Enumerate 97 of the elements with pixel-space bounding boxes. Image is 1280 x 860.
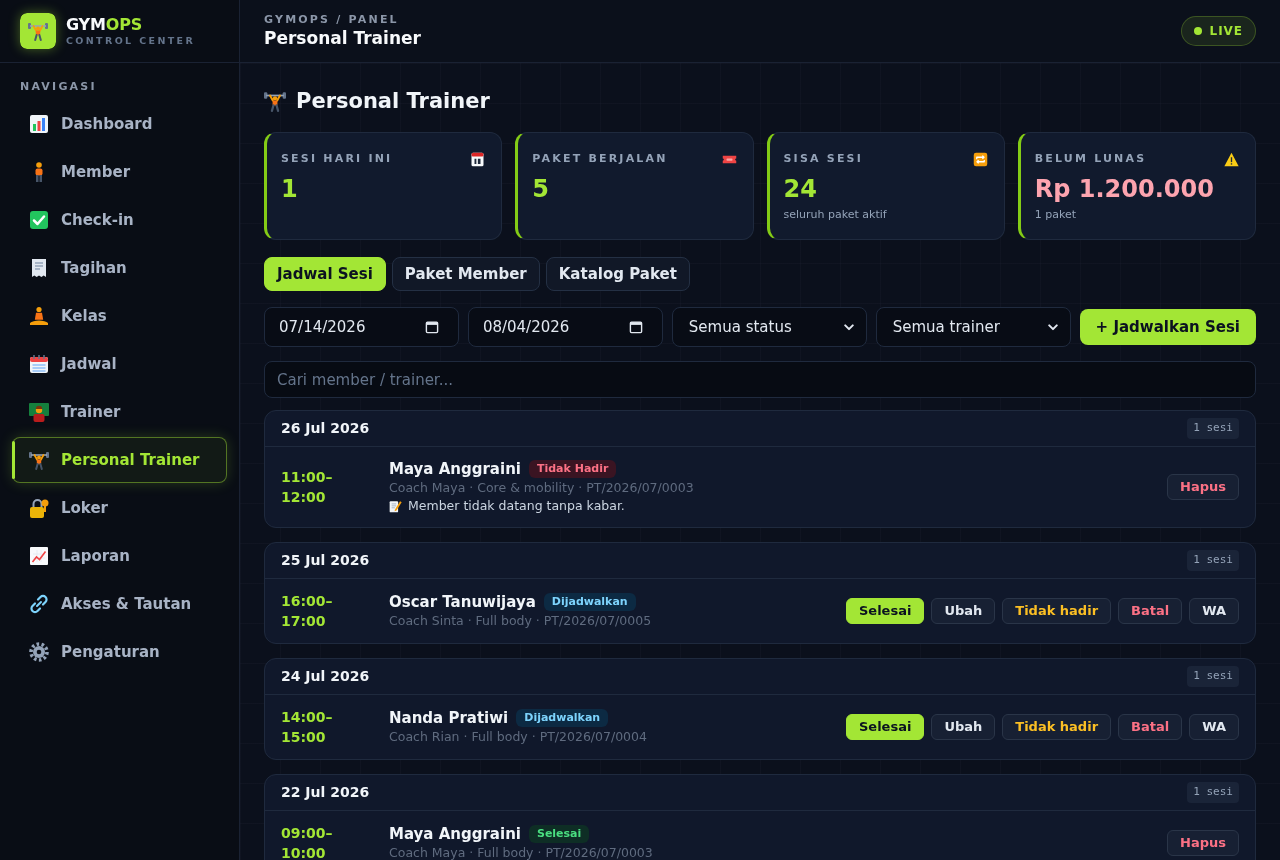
chevron-down-icon	[843, 323, 854, 331]
session-time: 11:00–12:00	[281, 468, 334, 507]
action-button[interactable]: Ubah	[931, 598, 996, 624]
stat-value: 24	[783, 174, 818, 204]
sidebar-item[interactable]: Jadwal	[12, 341, 227, 387]
stat-value: 1	[281, 174, 299, 204]
repeat-icon	[972, 151, 988, 167]
action-button[interactable]: WA	[1189, 714, 1239, 740]
action-button[interactable]: WA	[1189, 598, 1239, 624]
trainer-dropdown[interactable]: Semua trainer	[875, 307, 1071, 347]
action-button[interactable]: Ubah	[931, 714, 996, 740]
action-button[interactable]: Tidak hadir	[1002, 714, 1112, 740]
stat-label: PAKET BERJALAN	[532, 150, 668, 167]
warning-icon	[1224, 151, 1239, 167]
action-button[interactable]: Hapus	[1167, 830, 1239, 856]
status-badge: Tidak Hadir	[528, 460, 617, 478]
check-icon	[29, 210, 49, 230]
action-button[interactable]: Batal	[1118, 714, 1183, 740]
brand-tagline: CONTROL CENTER	[66, 35, 196, 47]
weightlifter-icon	[264, 90, 286, 112]
calendar-icon	[628, 320, 643, 334]
memo-icon	[389, 499, 402, 513]
nav-section-label: NAVIGASI	[19, 79, 98, 94]
session-note: Member tidak datang tanpa kabar.	[408, 497, 625, 515]
stat-label: SISA SESI	[783, 150, 864, 167]
chevron-down-icon	[1047, 323, 1058, 331]
session-details: Coach Rian · Full body · PT/2026/07/0004	[389, 728, 648, 746]
tab[interactable]: Jadwal Sesi	[264, 257, 386, 291]
stat-label: BELUM LUNAS	[1034, 150, 1147, 167]
session-count: 1 sesi	[1187, 550, 1239, 571]
meditating-person-icon	[29, 306, 49, 326]
link-icon	[29, 594, 49, 614]
status-badge: Selesai	[528, 825, 590, 843]
status-badge: Dijadwalkan	[543, 593, 636, 611]
session-count: 1 sesi	[1187, 418, 1239, 439]
tab[interactable]: Paket Member	[391, 257, 540, 291]
sidebar-item[interactable]: Trainer	[12, 389, 227, 435]
search-field[interactable]: Cari member / trainer...	[264, 361, 1256, 398]
action-button[interactable]: Batal	[1118, 598, 1183, 624]
session-time: 14:00–15:00	[281, 708, 334, 747]
page-title: Personal Trainer	[296, 88, 490, 115]
sidebar-item[interactable]: Personal Trainer	[12, 437, 227, 483]
group-date: 26 Jul 2026	[281, 419, 370, 438]
session-count: 1 sesi	[1187, 782, 1239, 803]
status-dot-icon	[1193, 27, 1202, 35]
sidebar-item[interactable]: Akses & Tautan	[12, 581, 227, 627]
session-time: 09:00–10:00	[281, 824, 334, 860]
sidebar-item[interactable]: Check-in	[12, 197, 227, 243]
weightlifter-icon	[29, 450, 49, 470]
bar-chart-icon	[29, 114, 49, 134]
tab[interactable]: Katalog Paket	[545, 257, 690, 291]
member-name: Maya Anggraini	[389, 458, 521, 480]
date-field[interactable]: 07/14/2026	[264, 307, 459, 347]
status-badge: Dijadwalkan	[516, 709, 609, 727]
add-session-button[interactable]: + Jadwalkan Sesi	[1079, 309, 1256, 345]
session-details: Coach Maya · Core & mobility · PT/2026/07/0003	[389, 479, 695, 497]
sidebar-item[interactable]: Loker	[12, 485, 227, 531]
sidebar-item[interactable]: Pengaturan	[12, 629, 227, 675]
receipt-icon	[29, 258, 49, 278]
line-chart-icon	[29, 546, 49, 566]
stat-label: SESI HARI INI	[281, 150, 393, 167]
session-count: 1 sesi	[1187, 666, 1239, 687]
group-date: 22 Jul 2026	[281, 783, 370, 802]
member-name: Maya Anggraini	[389, 823, 521, 845]
calendar-icon	[424, 320, 439, 334]
logo-icon	[20, 13, 56, 49]
action-button[interactable]: Selesai	[845, 714, 925, 740]
member-name: Oscar Tanuwijaya	[389, 591, 536, 613]
stat-value: Rp 1.200.000	[1034, 174, 1215, 204]
breadcrumb: GYMOPS / PANEL	[264, 13, 400, 27]
calendar-icon	[29, 354, 49, 374]
group-date: 24 Jul 2026	[281, 667, 370, 686]
status-dropdown[interactable]: Semua status	[671, 307, 867, 347]
sidebar-item[interactable]: Laporan	[12, 533, 227, 579]
calendar-icon	[470, 151, 486, 167]
lock-key-icon	[29, 498, 49, 518]
session-time: 16:00–17:00	[281, 592, 334, 631]
action-button[interactable]: Hapus	[1167, 474, 1239, 500]
action-button[interactable]: Tidak hadir	[1002, 598, 1112, 624]
teacher-icon	[29, 402, 49, 422]
stat-note: 1 paket	[1034, 207, 1078, 223]
sidebar-item[interactable]: Dashboard	[12, 101, 227, 147]
brand-name: GYMOPS	[66, 15, 144, 35]
stat-value: 5	[532, 174, 550, 204]
member-name: Nanda Pratiwi	[389, 707, 509, 729]
session-details: Coach Maya · Full body · PT/2026/07/0003	[389, 844, 654, 860]
live-label: LIVE	[1209, 23, 1243, 40]
header-title: Personal Trainer	[264, 27, 421, 49]
sidebar-item[interactable]: Tagihan	[12, 245, 227, 291]
action-button[interactable]: Selesai	[845, 598, 925, 624]
gear-icon	[29, 642, 49, 662]
stat-note: seluruh paket aktif	[783, 207, 888, 223]
sidebar-item[interactable]: Member	[12, 149, 227, 195]
sidebar-item[interactable]: Kelas	[12, 293, 227, 339]
date-field[interactable]: 08/04/2026	[467, 307, 663, 347]
session-details: Coach Sinta · Full body · PT/2026/07/0005	[389, 612, 653, 630]
group-date: 25 Jul 2026	[281, 551, 370, 570]
